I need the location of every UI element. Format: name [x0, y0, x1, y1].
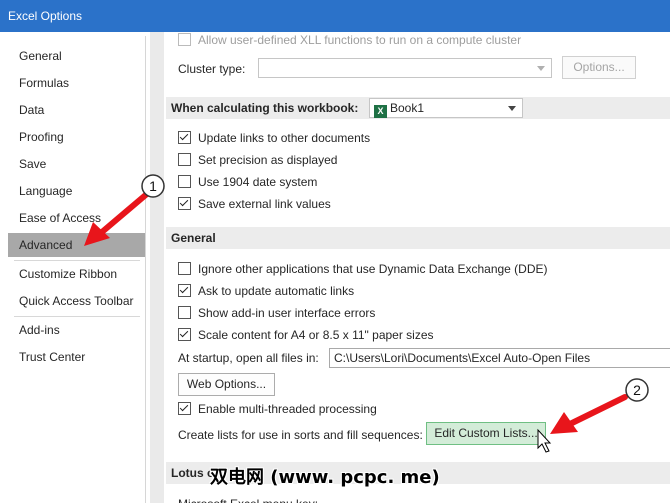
excel-workbook-icon: X — [374, 105, 387, 118]
xll-cluster-label: Allow user-defined XLL functions to run … — [198, 33, 522, 47]
save-external-links-option[interactable]: Save external link values — [178, 194, 331, 214]
sidebar: General Formulas Data Proofing Save Lang… — [8, 36, 146, 503]
sidebar-item-language[interactable]: Language — [8, 179, 145, 203]
ask-update-links-option[interactable]: Ask to update automatic links — [178, 281, 354, 301]
save-external-links-label: Save external link values — [198, 197, 331, 211]
watermark-text: 双电网 (www. pcpc. me) — [210, 467, 440, 488]
sidebar-item-data[interactable]: Data — [8, 98, 145, 122]
ask-update-links-label: Ask to update automatic links — [198, 284, 355, 298]
sidebar-item-proofing[interactable]: Proofing — [8, 125, 145, 149]
ask-update-links-checkbox[interactable] — [178, 284, 191, 297]
workbook-value: Book1 — [390, 101, 425, 115]
sidebar-item-trust-center[interactable]: Trust Center — [8, 345, 145, 369]
dialog-body: General Formulas Data Proofing Save Lang… — [0, 32, 670, 503]
workbook-dropdown[interactable]: X Book1 — [369, 98, 523, 118]
sidebar-item-save[interactable]: Save — [8, 152, 145, 176]
ignore-dde-label: Ignore other applications that use Dynam… — [198, 262, 548, 276]
vertical-scrollbar[interactable] — [150, 32, 164, 503]
options-button[interactable]: Options... — [562, 56, 636, 79]
update-links-option[interactable]: Update links to other documents — [178, 128, 370, 148]
multithread-option[interactable]: Enable multi-threaded processing — [178, 399, 377, 419]
general-section-label: General — [171, 231, 216, 245]
date-1904-checkbox[interactable] — [178, 175, 191, 188]
sidebar-item-advanced[interactable]: Advanced — [8, 233, 145, 257]
advanced-options-panel: Allow user-defined XLL functions to run … — [164, 32, 670, 503]
edit-custom-lists-button[interactable]: Edit Custom Lists... — [426, 422, 546, 445]
xll-cluster-option[interactable]: Allow user-defined XLL functions to run … — [178, 32, 521, 50]
set-precision-label: Set precision as displayed — [198, 153, 338, 167]
sidebar-item-customize-ribbon[interactable]: Customize Ribbon — [8, 262, 145, 286]
web-options-button[interactable]: Web Options... — [178, 373, 275, 396]
multithread-checkbox[interactable] — [178, 402, 191, 415]
set-precision-checkbox[interactable] — [178, 153, 191, 166]
cluster-type-label: Cluster type: — [178, 62, 246, 76]
startup-path-input[interactable]: C:\Users\Lori\Documents\Excel Auto-Open … — [329, 348, 670, 368]
window-title: Excel Options — [8, 9, 83, 23]
title-bar: Excel Options — [0, 0, 670, 32]
multithread-label: Enable multi-threaded processing — [198, 402, 377, 416]
cluster-type-dropdown[interactable] — [258, 58, 552, 78]
scale-content-option[interactable]: Scale content for A4 or 8.5 x 11" paper … — [178, 325, 434, 345]
sidebar-divider — [14, 316, 140, 317]
scale-content-checkbox[interactable] — [178, 328, 191, 341]
sidebar-divider — [14, 260, 140, 261]
chevron-down-icon — [508, 106, 516, 111]
update-links-label: Update links to other documents — [198, 131, 371, 145]
ignore-dde-option[interactable]: Ignore other applications that use Dynam… — [178, 259, 548, 279]
sidebar-item-general[interactable]: General — [8, 44, 145, 68]
date-1904-label: Use 1904 date system — [198, 175, 318, 189]
menu-key-label: Microsoft Excel menu key: — [178, 494, 318, 503]
scale-content-label: Scale content for A4 or 8.5 x 11" paper … — [198, 328, 434, 342]
sidebar-item-add-ins[interactable]: Add-ins — [8, 318, 145, 342]
set-precision-option[interactable]: Set precision as displayed — [178, 150, 337, 170]
general-section-header: General — [166, 227, 670, 249]
sidebar-item-quick-access-toolbar[interactable]: Quick Access Toolbar — [8, 289, 145, 313]
save-external-links-checkbox[interactable] — [178, 197, 191, 210]
ignore-dde-checkbox[interactable] — [178, 262, 191, 275]
calc-section-label: When calculating this workbook: — [171, 101, 359, 115]
addin-errors-option[interactable]: Show add-in user interface errors — [178, 303, 375, 323]
sidebar-item-formulas[interactable]: Formulas — [8, 71, 145, 95]
date-1904-option[interactable]: Use 1904 date system — [178, 172, 317, 192]
addin-errors-label: Show add-in user interface errors — [198, 306, 376, 320]
startup-files-label: At startup, open all files in: — [178, 351, 319, 365]
custom-lists-label: Create lists for use in sorts and fill s… — [178, 428, 423, 442]
addin-errors-checkbox[interactable] — [178, 306, 191, 319]
xll-cluster-checkbox[interactable] — [178, 33, 191, 46]
sidebar-item-ease-of-access[interactable]: Ease of Access — [8, 206, 145, 230]
update-links-checkbox[interactable] — [178, 131, 191, 144]
lotus-section-label: Lotus c — [171, 466, 214, 480]
chevron-down-icon — [537, 66, 545, 71]
